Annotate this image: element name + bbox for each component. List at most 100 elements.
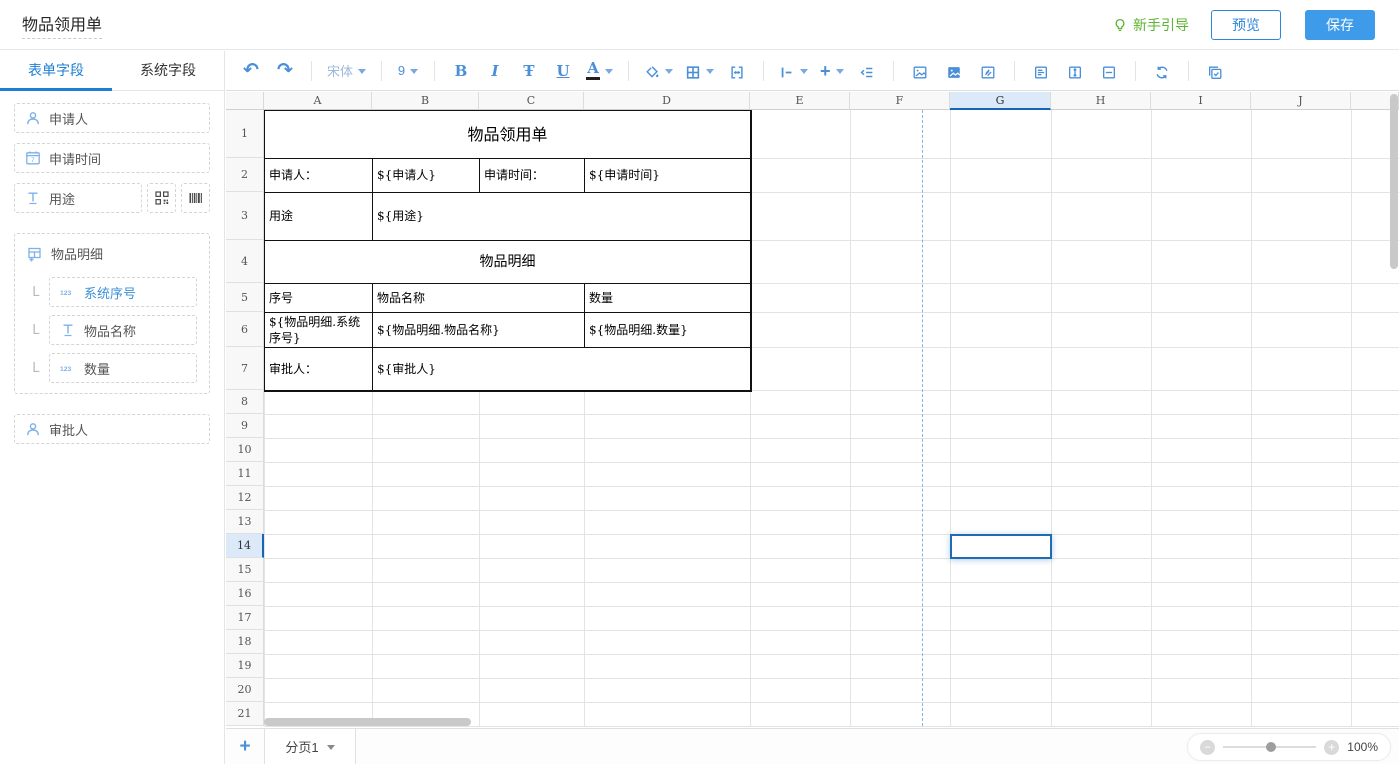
preview-button[interactable]: 预览: [1211, 10, 1281, 40]
row-header-12[interactable]: 12: [226, 486, 264, 510]
row-header-6[interactable]: 6: [226, 312, 264, 347]
zoom-out-button[interactable]: −: [1200, 740, 1215, 755]
form-cell-C2[interactable]: 申请时间：: [479, 158, 585, 193]
document-title[interactable]: 物品领用单: [22, 11, 102, 39]
save-button[interactable]: 保存: [1305, 10, 1375, 40]
watermark-button[interactable]: [977, 58, 999, 84]
field-item-审批人[interactable]: 审批人: [14, 414, 210, 444]
row-header-17[interactable]: 17: [226, 606, 264, 630]
sheet-canvas[interactable]: ABCDEFGHIJ123456789101112131415161718192…: [226, 92, 1399, 728]
font-size-dropdown[interactable]: 9: [397, 58, 419, 84]
column-header-H[interactable]: H: [1051, 92, 1151, 110]
zoom-in-button[interactable]: +: [1324, 740, 1339, 755]
row-header-8[interactable]: 8: [226, 390, 264, 414]
row-header-11[interactable]: 11: [226, 462, 264, 486]
redo-button[interactable]: ↷: [274, 58, 296, 84]
row-header-18[interactable]: 18: [226, 630, 264, 654]
column-header-E[interactable]: E: [750, 92, 850, 110]
row-header-3[interactable]: 3: [226, 192, 264, 240]
column-header-I[interactable]: I: [1151, 92, 1251, 110]
strikethrough-button[interactable]: Ŧ: [518, 58, 540, 84]
insert-image-button[interactable]: [909, 58, 931, 84]
undo-button[interactable]: ↶: [240, 58, 262, 84]
field-item-数量[interactable]: 123数量: [49, 353, 197, 383]
row-height-button[interactable]: [1064, 58, 1086, 84]
row-header-1[interactable]: 1: [226, 110, 264, 158]
form-cell-A5[interactable]: 序号: [264, 283, 373, 313]
row-header-5[interactable]: 5: [226, 283, 264, 312]
zoom-slider-handle[interactable]: [1266, 742, 1276, 752]
selected-cell-G14[interactable]: [950, 534, 1052, 559]
form-cell-A7[interactable]: 审批人：: [264, 347, 373, 391]
row-header-15[interactable]: 15: [226, 558, 264, 582]
refresh-button[interactable]: [1151, 58, 1173, 84]
column-header-A[interactable]: A: [264, 92, 372, 110]
column-header-F[interactable]: F: [850, 92, 950, 110]
select-all-corner[interactable]: [226, 92, 264, 110]
column-header-C[interactable]: C: [479, 92, 584, 110]
merge-cells-button[interactable]: [726, 58, 748, 84]
field-group-物品明细[interactable]: 物品明细L123系统序号L物品名称L123数量: [14, 233, 210, 394]
column-header-B[interactable]: B: [372, 92, 479, 110]
font-color-button[interactable]: A: [586, 58, 613, 84]
split-row-button[interactable]: [1098, 58, 1120, 84]
row-header-10[interactable]: 10: [226, 438, 264, 462]
form-cell-D6[interactable]: ${物品明细.数量}: [584, 312, 751, 348]
user-icon: [25, 421, 41, 437]
form-cell-B2[interactable]: ${申请人}: [372, 158, 480, 193]
form-cell-B7:D7[interactable]: ${审批人}: [372, 347, 751, 391]
row-header-9[interactable]: 9: [226, 414, 264, 438]
field-item-系统序号[interactable]: 123系统序号: [49, 277, 197, 307]
bold-button[interactable]: B: [450, 58, 472, 84]
row-header-2[interactable]: 2: [226, 158, 264, 192]
font-family-dropdown[interactable]: 宋体: [327, 58, 366, 84]
row-settings-button[interactable]: [856, 58, 878, 84]
form-cell-B3:D3[interactable]: ${用途}: [372, 192, 751, 241]
form-cell-A6[interactable]: ${物品明细.系统序号}: [264, 312, 373, 348]
horizontal-scrollbar[interactable]: [264, 718, 471, 726]
add-sheet-button[interactable]: +: [226, 736, 264, 758]
field-item-物品名称[interactable]: 物品名称: [49, 315, 197, 345]
fill-color-button[interactable]: [644, 58, 673, 84]
form-cell-D5[interactable]: 数量: [584, 283, 751, 313]
form-cell-A1:D1[interactable]: 物品领用单: [264, 110, 751, 159]
calendar-icon: 7: [25, 150, 41, 166]
column-header-G[interactable]: G: [950, 92, 1051, 110]
underline-button[interactable]: U: [552, 58, 574, 84]
row-header-7[interactable]: 7: [226, 347, 264, 390]
form-cell-B6:C6[interactable]: ${物品明细.物品名称}: [372, 312, 585, 348]
borders-button[interactable]: [685, 58, 714, 84]
tab-system-fields[interactable]: 系统字段: [112, 51, 224, 90]
tab-form-fields[interactable]: 表单字段: [0, 51, 112, 90]
sheet-tab[interactable]: 分页1: [264, 729, 356, 764]
column-header-D[interactable]: D: [584, 92, 750, 110]
form-cell-A2[interactable]: 申请人：: [264, 158, 373, 193]
qrcode-field-button[interactable]: [147, 183, 176, 213]
vertical-scrollbar[interactable]: [1390, 94, 1398, 269]
zoom-slider[interactable]: [1223, 746, 1316, 748]
beginner-guide-link[interactable]: 新手引导: [1112, 15, 1189, 35]
row-header-19[interactable]: 19: [226, 654, 264, 678]
row-header-21[interactable]: 21: [226, 702, 264, 726]
field-item-用途[interactable]: 用途: [14, 183, 142, 213]
row-header-16[interactable]: 16: [226, 582, 264, 606]
form-cell-D2[interactable]: ${申请时间}: [584, 158, 751, 193]
row-header-13[interactable]: 13: [226, 510, 264, 534]
copy-template-button[interactable]: [1204, 58, 1226, 84]
form-cell-A3[interactable]: 用途: [264, 192, 373, 241]
field-item-申请时间[interactable]: 7申请时间: [14, 143, 210, 173]
row-header-4[interactable]: 4: [226, 240, 264, 283]
form-cell-B5:C5[interactable]: 物品名称: [372, 283, 585, 313]
form-cell-A4:D4[interactable]: 物品明细: [264, 240, 751, 284]
insert-button[interactable]: +: [820, 58, 844, 84]
lightbulb-icon: [1112, 17, 1128, 33]
align-button[interactable]: [779, 58, 808, 84]
background-image-button[interactable]: [943, 58, 965, 84]
column-header-J[interactable]: J: [1251, 92, 1351, 110]
barcode-field-button[interactable]: [181, 183, 210, 213]
row-header-20[interactable]: 20: [226, 678, 264, 702]
page-setup-button[interactable]: [1030, 58, 1052, 84]
row-header-14[interactable]: 14: [226, 534, 264, 558]
italic-button[interactable]: I: [484, 58, 506, 84]
field-item-申请人[interactable]: 申请人: [14, 103, 210, 133]
